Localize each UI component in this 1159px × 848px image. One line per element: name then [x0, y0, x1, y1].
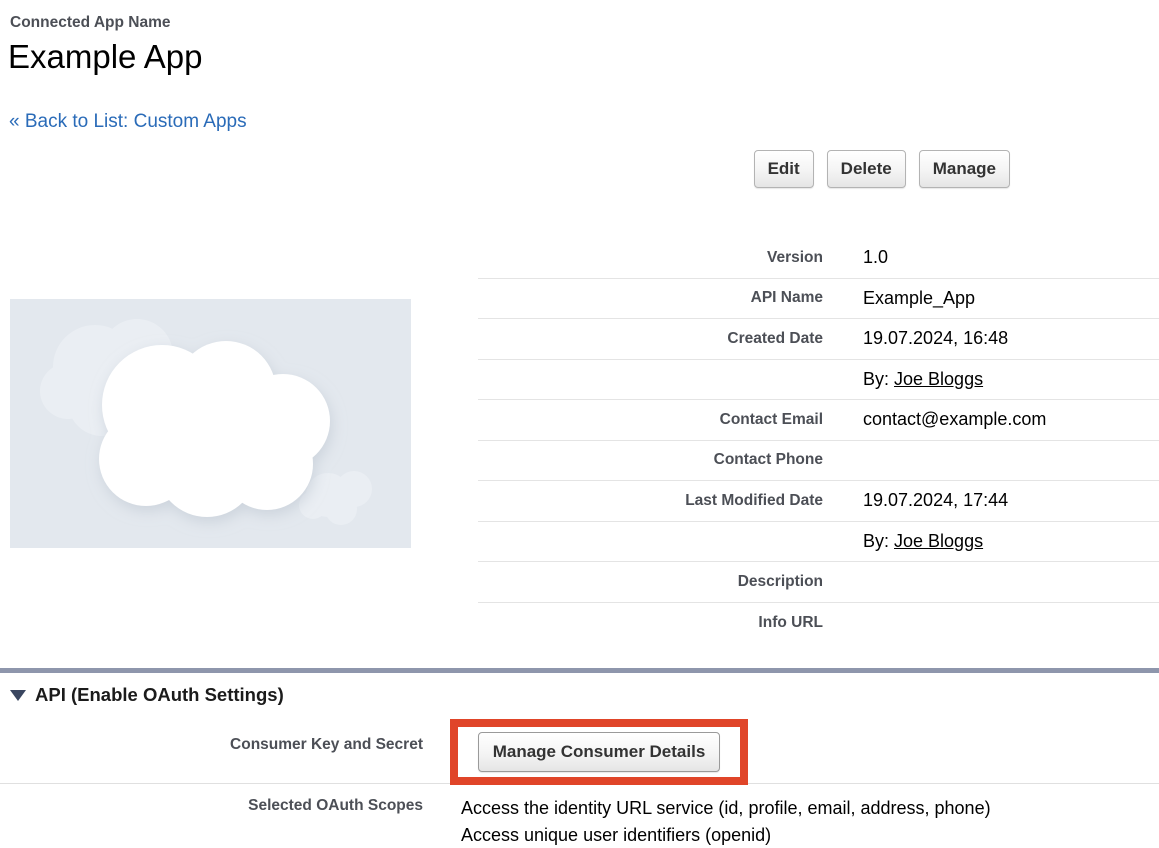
field-label: Last Modified Date	[478, 492, 823, 510]
app-logo-image	[10, 299, 411, 548]
table-row-created-date: Created Date 19.07.2024, 16:48	[478, 319, 1159, 360]
oauth-section-header[interactable]: API (Enable OAuth Settings)	[10, 684, 284, 706]
annotation-highlight-box: Manage Consumer Details	[450, 719, 748, 785]
detail-field-table: Version 1.0 API Name Example_App Created…	[478, 238, 1159, 643]
field-label: API Name	[478, 289, 823, 307]
field-value: 19.07.2024, 16:48	[863, 328, 1008, 349]
detail-toolbar: Edit Delete Manage	[754, 150, 1010, 188]
table-row-info-url: Info URL	[478, 603, 1159, 644]
field-value: By: Joe Bloggs	[863, 369, 983, 390]
table-row-contact-phone: Contact Phone	[478, 441, 1159, 482]
created-by-user-link[interactable]: Joe Bloggs	[894, 369, 983, 389]
selected-oauth-scopes-label: Selected OAuth Scopes	[0, 797, 423, 815]
delete-button[interactable]: Delete	[827, 150, 906, 188]
field-label: Contact Phone	[478, 451, 823, 469]
by-prefix: By:	[863, 531, 894, 551]
table-row-version: Version 1.0	[478, 238, 1159, 279]
page-title: Example App	[8, 38, 202, 76]
field-label: Created Date	[478, 330, 823, 348]
section-divider-bar	[0, 668, 1159, 673]
connected-app-detail-page: Connected App Name Example App « Back to…	[0, 0, 1159, 848]
field-value: By: Joe Bloggs	[863, 531, 983, 552]
back-to-list-link[interactable]: « Back to List: Custom Apps	[9, 111, 247, 133]
oauth-scopes-values: Access the identity URL service (id, pro…	[461, 795, 991, 848]
table-row-api-name: API Name Example_App	[478, 279, 1159, 320]
edit-button[interactable]: Edit	[754, 150, 814, 188]
by-prefix: By:	[863, 369, 894, 389]
consumer-key-secret-label: Consumer Key and Secret	[0, 736, 423, 754]
field-label: Contact Email	[478, 411, 823, 429]
modified-by-user-link[interactable]: Joe Bloggs	[894, 531, 983, 551]
field-value: 19.07.2024, 17:44	[863, 490, 1008, 511]
entity-type-label: Connected App Name	[10, 14, 170, 32]
table-row-last-modified-date: Last Modified Date 19.07.2024, 17:44	[478, 481, 1159, 522]
field-value: 1.0	[863, 247, 888, 268]
oauth-scope-item: Access unique user identifiers (openid)	[461, 822, 991, 848]
manage-consumer-details-button[interactable]: Manage Consumer Details	[478, 732, 721, 772]
oauth-section-title: API (Enable OAuth Settings)	[35, 684, 284, 706]
field-value: contact@example.com	[863, 409, 1046, 430]
field-label: Version	[478, 249, 823, 267]
table-row-description: Description	[478, 562, 1159, 603]
collapse-triangle-icon	[10, 690, 26, 701]
field-value: Example_App	[863, 288, 975, 309]
manage-button[interactable]: Manage	[919, 150, 1010, 188]
table-row-created-by: By: Joe Bloggs	[478, 360, 1159, 401]
cloud-illustration-icon	[10, 299, 411, 548]
field-label: Info URL	[478, 614, 823, 632]
oauth-scope-item: Access the identity URL service (id, pro…	[461, 795, 991, 822]
table-row-modified-by: By: Joe Bloggs	[478, 522, 1159, 563]
table-row-contact-email: Contact Email contact@example.com	[478, 400, 1159, 441]
field-label: Description	[478, 573, 823, 591]
